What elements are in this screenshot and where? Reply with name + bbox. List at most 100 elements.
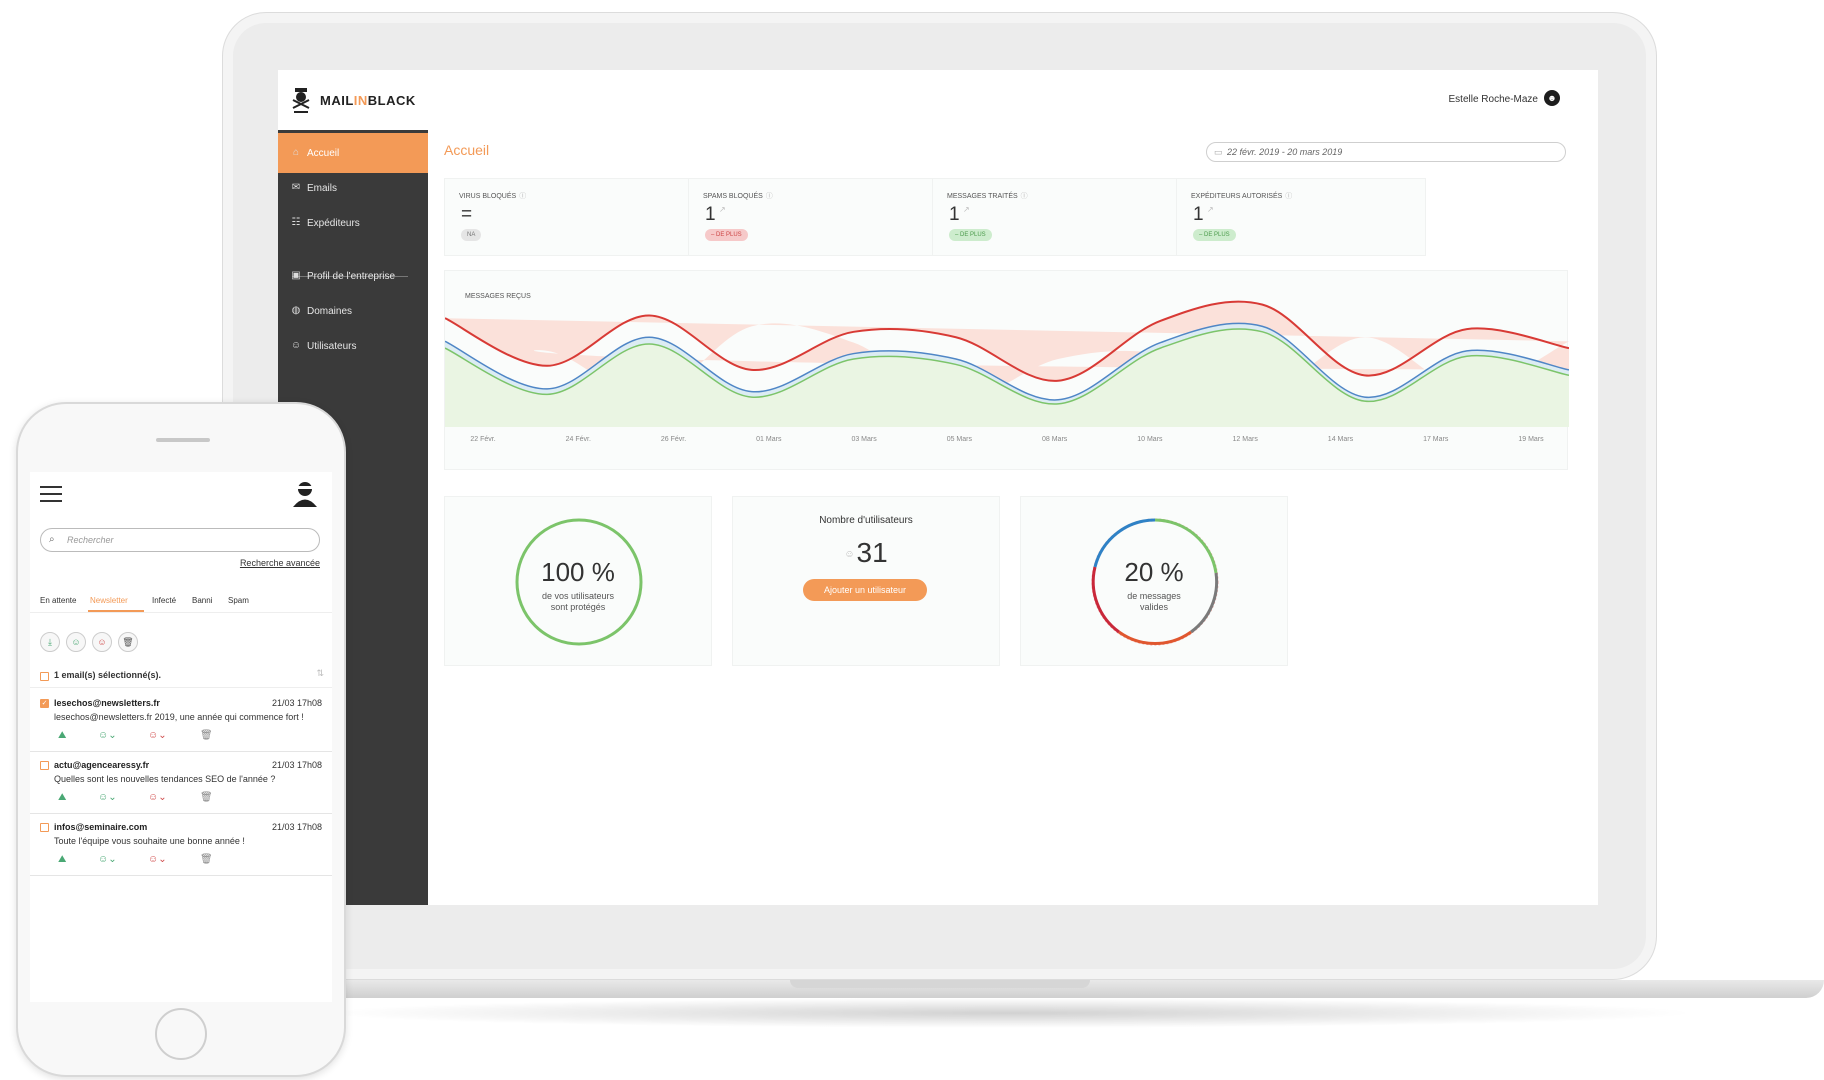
- release-icon[interactable]: ⛰: [58, 854, 66, 865]
- stat-label: Messages traités ⓘ: [947, 193, 1028, 200]
- profile-card-icon: ▣: [291, 270, 301, 281]
- email-subject: lesechos@newsletters.fr 2019, une année …: [54, 712, 304, 722]
- protected-caption-2: sont protégés: [550, 602, 606, 612]
- email-list-item[interactable]: actu@agencearessy.fr 21/03 17h08 Quelles…: [30, 752, 332, 814]
- email-checkbox[interactable]: [40, 761, 49, 770]
- sidebar-item-label: Domaines: [307, 305, 353, 317]
- sidebar-item-label: Utilisateurs: [307, 340, 357, 352]
- sidebar-item-emails[interactable]: ✉ Emails: [278, 168, 428, 208]
- home-icon: ⌂: [292, 147, 300, 158]
- trash-icon[interactable]: 🗑: [200, 854, 213, 865]
- avatar-icon[interactable]: [292, 480, 318, 508]
- tab-banni[interactable]: Banni: [192, 596, 212, 605]
- date-range-picker[interactable]: ▭ 22 févr. 2019 - 20 mars 2019: [1206, 142, 1566, 162]
- phone-home-button[interactable]: [155, 1008, 207, 1060]
- stat-value: 1: [1193, 204, 1204, 225]
- stat-label: Spams bloqués ⓘ: [703, 193, 773, 200]
- x-tick-label: 08 Mars: [1042, 436, 1068, 443]
- help-icon: ⓘ: [765, 193, 773, 200]
- sidebar-item-label: Expéditeurs: [307, 217, 360, 229]
- sort-icon[interactable]: ⇅: [316, 668, 324, 679]
- release-action-button[interactable]: ⤓: [40, 632, 60, 652]
- hamburger-menu-icon[interactable]: [40, 486, 62, 502]
- block-icon[interactable]: ☺⌄: [148, 854, 167, 865]
- sidebar-item-accueil[interactable]: ⌂ Accueil: [278, 133, 428, 173]
- dashboard-screen: MAILINBLACK ⌂ Accueil ✉ Emails ☷ Expédit…: [278, 70, 1598, 905]
- messages-chart: 22 Févr. 24 Févr. 26 Févr. 01 Mars 03 Mars 05…: [445, 300, 1569, 443]
- advanced-search-link[interactable]: Recherche avancée: [240, 558, 320, 568]
- tab-infecte[interactable]: Infecté: [152, 596, 176, 605]
- search-placeholder: Rechercher: [67, 535, 114, 545]
- email-list-item[interactable]: ✓ lesechos@newsletters.fr 21/03 17h08 le…: [30, 690, 332, 752]
- search-input[interactable]: ⌕ Rechercher: [40, 528, 320, 552]
- trash-icon[interactable]: 🗑: [200, 730, 213, 741]
- trend-arrow-icon: ↗: [719, 205, 726, 214]
- help-icon: ⓘ: [1020, 193, 1028, 200]
- help-icon: ⓘ: [1285, 193, 1293, 200]
- x-tick-label: 10 Mars: [1137, 436, 1163, 443]
- tab-en-attente[interactable]: En attente: [40, 596, 76, 605]
- calendar-icon: ▭: [1214, 147, 1223, 157]
- delete-button[interactable]: 🗑: [118, 632, 138, 652]
- valid-ring-arc-orange: [1118, 630, 1192, 646]
- x-tick-label: 22 Févr.: [470, 436, 495, 443]
- stat-card-expediteurs: Expéditeurs autorisés ⓘ 1 ↗ – DE PLUS: [1176, 178, 1426, 256]
- add-user-button[interactable]: Ajouter un utilisateur: [803, 579, 927, 601]
- authorize-icon[interactable]: ☺⌄: [98, 792, 117, 803]
- sidebar-item-profil[interactable]: ▣ Profil de l'entreprise: [278, 256, 428, 296]
- x-tick-label: 03 Mars: [851, 436, 877, 443]
- user-name[interactable]: Estelle Roche-Maze: [1449, 94, 1538, 105]
- x-tick-label: 14 Mars: [1328, 436, 1354, 443]
- email-subject: Toute l'équipe vous souhaite une bonne a…: [54, 836, 245, 846]
- tabs-divider: [30, 612, 332, 613]
- stat-card-spams: Spams bloqués ⓘ 1 ↗ – DE PLUS: [688, 178, 938, 256]
- release-icon[interactable]: ⛰: [58, 730, 66, 741]
- laptop-base-notch: [790, 980, 1090, 988]
- sidebar-item-domaines[interactable]: ◍ Domaines: [278, 291, 428, 331]
- x-tick-label: 05 Mars: [947, 436, 973, 443]
- protected-value: 100 %: [541, 557, 615, 587]
- stat-value: =: [461, 204, 473, 225]
- valid-caption-2: valides: [1139, 602, 1168, 612]
- sidebar-item-label: Emails: [307, 182, 338, 194]
- x-tick-label: 19 Mars: [1518, 436, 1544, 443]
- x-tick-label: 17 Mars: [1423, 436, 1449, 443]
- messages-chart-card: 22 Févr. 24 Févr. 26 Févr. 01 Mars 03 Mars 05…: [444, 270, 1569, 470]
- block-icon[interactable]: ☺⌄: [148, 792, 167, 803]
- authorize-sender-button[interactable]: ☺: [66, 632, 86, 652]
- sidebar-item-utilisateurs[interactable]: ☺ Utilisateurs: [278, 326, 428, 366]
- email-checkbox[interactable]: ✓: [40, 699, 49, 708]
- protected-users-card: 100 % de vos utilisateurs sont protégés: [444, 496, 712, 666]
- authorize-icon[interactable]: ☺⌄: [98, 854, 117, 865]
- laptop-shadow: [320, 998, 1700, 1028]
- block-sender-button[interactable]: ☺: [92, 632, 112, 652]
- group-icon: ☷: [291, 217, 301, 228]
- help-icon: ⓘ: [519, 193, 527, 200]
- tab-newsletter[interactable]: Newsletter: [90, 596, 128, 605]
- selection-row: 1 email(s) sélectionné(s). ⇅: [30, 664, 332, 688]
- block-icon[interactable]: ☺⌄: [148, 730, 167, 741]
- stat-badge: – DE PLUS: [949, 229, 992, 241]
- email-list-item[interactable]: infos@seminaire.com 21/03 17h08 Toute l'…: [30, 814, 332, 876]
- trend-arrow-icon: ↗: [1207, 205, 1214, 214]
- users-count-card: Nombre d'utilisateurs ☺31 Ajouter un uti…: [732, 496, 1000, 666]
- page-title: Accueil: [444, 142, 490, 158]
- email-time: 21/03 17h08: [271, 760, 322, 770]
- authorize-icon[interactable]: ☺⌄: [98, 730, 117, 741]
- release-icon[interactable]: ⛰: [58, 792, 66, 803]
- user-menu-icon[interactable]: ☻: [1544, 90, 1560, 106]
- x-tick-label: 24 Févr.: [566, 436, 591, 443]
- email-sender: lesechos@newsletters.fr: [54, 698, 160, 708]
- tab-spam[interactable]: Spam: [228, 596, 249, 605]
- select-all-checkbox[interactable]: [40, 672, 49, 681]
- trash-icon[interactable]: 🗑: [200, 792, 213, 803]
- email-checkbox[interactable]: [40, 823, 49, 832]
- brand-logo[interactable]: MAILINBLACK: [278, 70, 428, 130]
- x-tick-label: 12 Mars: [1233, 436, 1259, 443]
- sidebar-item-expediteurs[interactable]: ☷ Expéditeurs: [278, 203, 428, 243]
- person-icon: ☺: [844, 549, 855, 561]
- stat-badge: NA: [461, 229, 482, 241]
- chart-title: Messages reçus: [465, 293, 531, 300]
- x-tick-label: 01 Mars: [756, 436, 782, 443]
- date-range-value: 22 févr. 2019 - 20 mars 2019: [1227, 147, 1343, 157]
